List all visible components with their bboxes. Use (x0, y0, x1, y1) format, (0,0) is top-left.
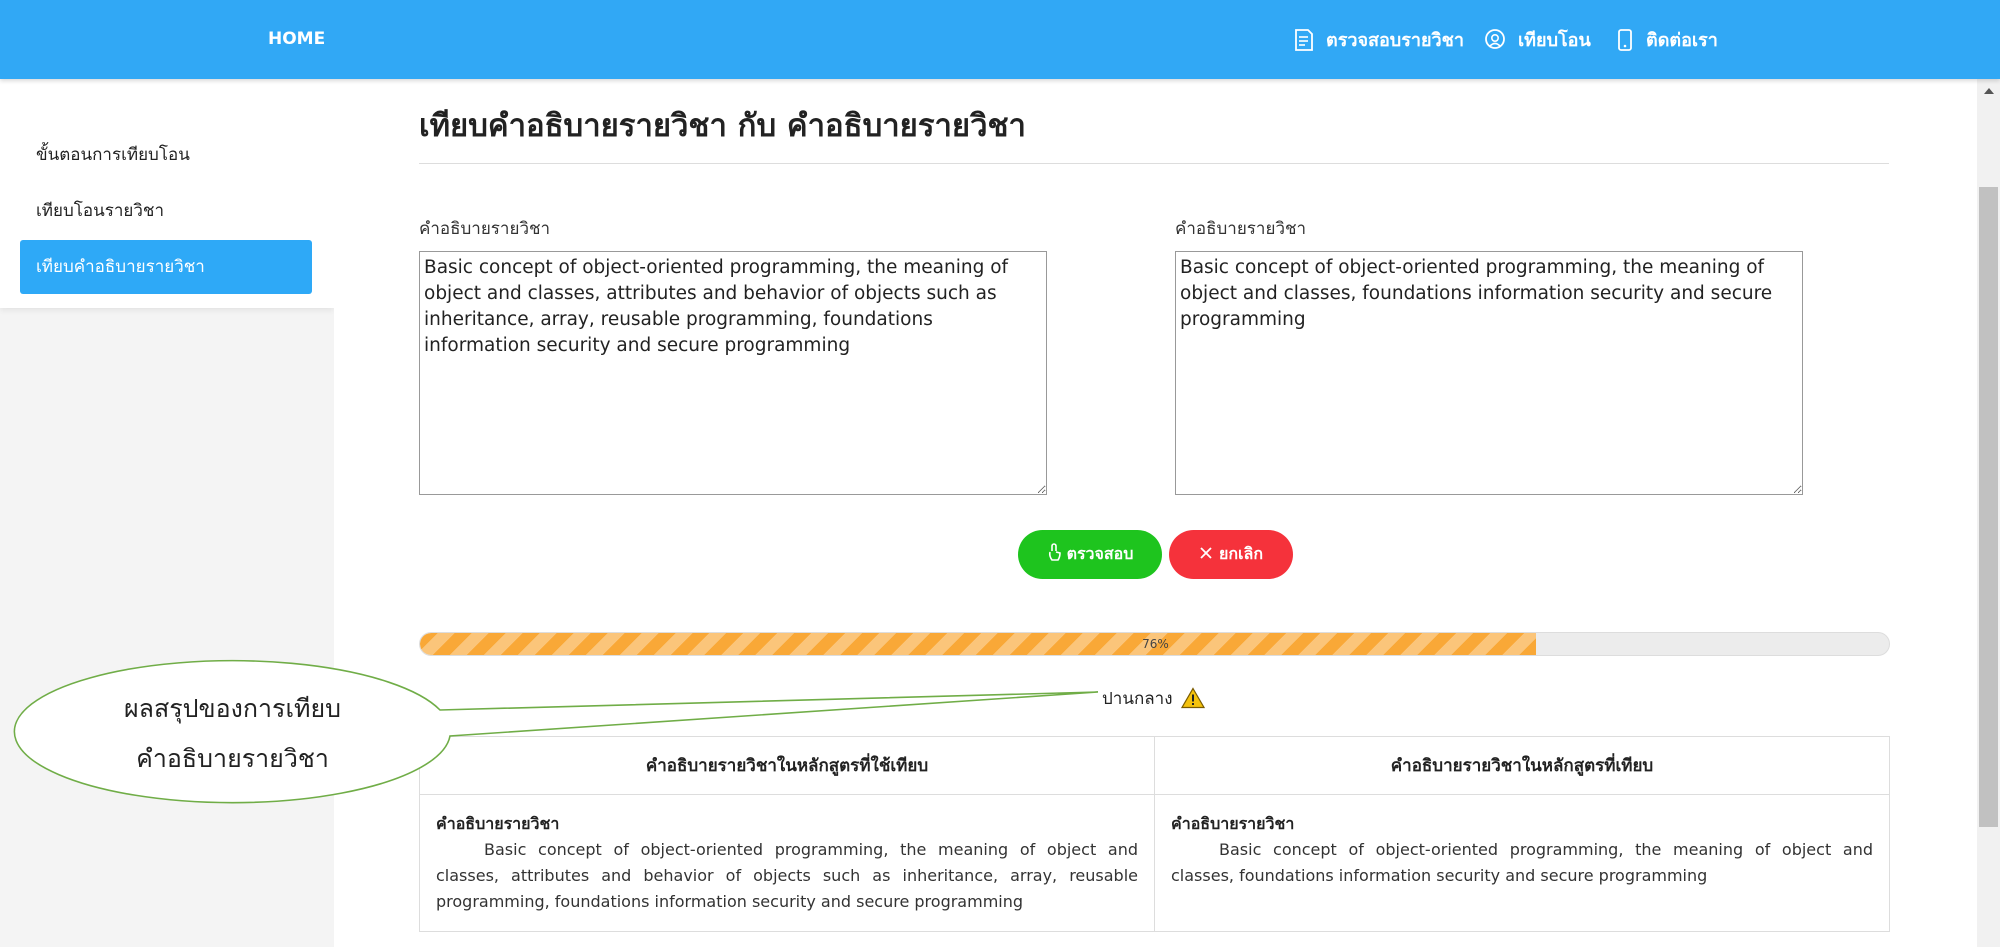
callout-line-2: คำอธิบายรายวิชา (136, 744, 329, 773)
result-label: ปานกลาง (1102, 688, 1173, 709)
nav-transfer-label: เทียบโอน (1518, 30, 1591, 51)
table-header-row: คำอธิบายรายวิชาในหลักสูตรที่ใช้เทียบ คำอ… (419, 736, 1890, 795)
title-divider (419, 163, 1889, 164)
cell-title: คำอธิบายรายวิชา (1171, 814, 1295, 833)
progress-percent-label: 76% (1142, 637, 1169, 651)
nav-transfer[interactable]: เทียบโอน (1484, 0, 1591, 79)
nav-contact[interactable]: ติดต่อเรา (1616, 0, 1718, 79)
table-header-source: คำอธิบายรายวิชาในหลักสูตรที่ใช้เทียบ (419, 736, 1155, 795)
table-header-target: คำอธิบายรายวิชาในหลักสูตรที่เทียบ (1154, 736, 1890, 795)
page-title: เทียบคำอธิบายรายวิชา กับ คำอธิบายรายวิชา (419, 108, 1026, 144)
close-icon (1199, 545, 1213, 565)
table-row: คำอธิบายรายวิชา Basic concept of object-… (419, 794, 1890, 932)
vertical-scrollbar[interactable] (1977, 79, 2000, 947)
callout-text: ผลสรุปของการเทียบ คำอธิบายรายวิชา (60, 684, 405, 784)
sidebar-item-course-transfer[interactable]: เทียบโอนรายวิชา (20, 184, 312, 238)
mobile-phone-icon (1618, 28, 1632, 51)
document-icon (1295, 28, 1313, 51)
cell-title: คำอธิบายรายวิชา (436, 814, 560, 833)
cancel-button[interactable]: ยกเลิก (1169, 530, 1293, 579)
sidebar-item-compare-descriptions[interactable]: เทียบคำอธิบายรายวิชา (20, 240, 312, 294)
cell-text: Basic concept of object-oriented program… (436, 840, 1138, 911)
table-cell-source: คำอธิบายรายวิชา Basic concept of object-… (419, 794, 1155, 932)
nav-contact-label: ติดต่อเรา (1646, 30, 1718, 51)
left-description-textarea[interactable]: Basic concept of object-oriented program… (419, 251, 1047, 495)
comparison-table: คำอธิบายรายวิชาในหลักสูตรที่ใช้เทียบ คำอ… (419, 736, 1890, 932)
callout-line-1: ผลสรุปของการเทียบ (124, 694, 341, 723)
right-description-textarea[interactable]: Basic concept of object-oriented program… (1175, 251, 1803, 495)
scrollbar-thumb[interactable] (1979, 187, 1998, 827)
left-description-label: คำอธิบายรายวิชา (419, 219, 551, 239)
similarity-progress-bar: 76% (419, 632, 1890, 656)
tap-hand-icon (1047, 543, 1061, 566)
warning-icon (1180, 687, 1205, 709)
cancel-button-label: ยกเลิก (1218, 546, 1264, 563)
right-description-label: คำอธิบายรายวิชา (1175, 219, 1307, 239)
location-pin-icon (1485, 28, 1505, 49)
check-button[interactable]: ตรวจสอบ (1018, 530, 1162, 579)
cell-text: Basic concept of object-oriented program… (1171, 840, 1873, 885)
table-cell-target: คำอธิบายรายวิชา Basic concept of object-… (1154, 794, 1890, 932)
sidebar-item-transfer-steps[interactable]: ขั้นตอนการเทียบโอน (20, 128, 312, 182)
nav-check-course[interactable]: ตรวจสอบรายวิชา (1292, 0, 1464, 79)
scroll-up-arrow-icon[interactable] (1977, 83, 2000, 97)
home-link[interactable]: HOME (268, 0, 325, 79)
check-button-label: ตรวจสอบ (1066, 546, 1134, 563)
result-summary: ปานกลาง (1102, 684, 1205, 712)
nav-check-course-label: ตรวจสอบรายวิชา (1326, 30, 1464, 51)
top-navbar: HOME ตรวจสอบรายวิชา เทียบโอน ติดต่อเรา (0, 0, 2000, 79)
